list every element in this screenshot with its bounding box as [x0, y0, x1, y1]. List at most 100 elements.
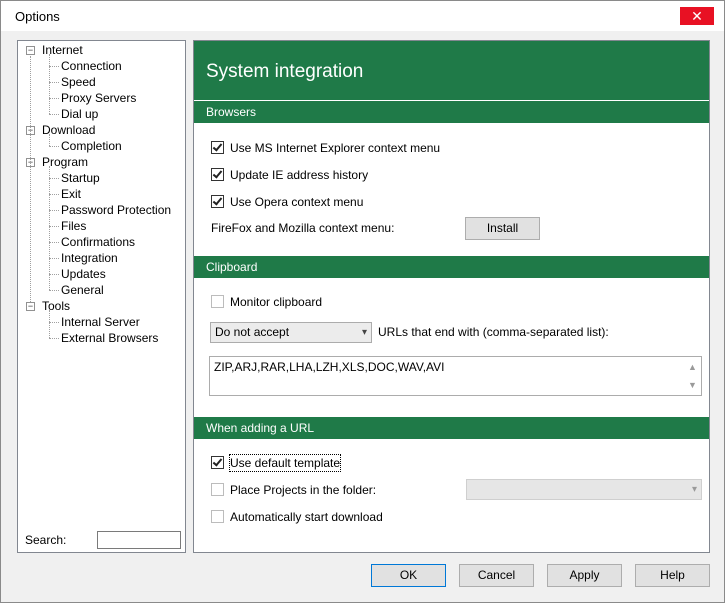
opera-context-label: Use Opera context menu — [230, 195, 364, 209]
tree-item-label: Exit — [61, 187, 82, 201]
accept-dropdown[interactable]: Do not accept ▾ — [210, 322, 372, 343]
default-template-label: Use default template — [228, 454, 342, 472]
tree-connector-line — [49, 82, 59, 83]
page-title: System integration — [206, 61, 364, 82]
tree-item-label: Speed — [61, 75, 96, 89]
scroll-up-icon[interactable]: ▲ — [685, 358, 700, 376]
tree-connector-line — [49, 194, 59, 195]
tree-item-label: Files — [61, 219, 87, 233]
chevron-down-icon: ▾ — [361, 327, 367, 338]
tree-connector-line — [49, 322, 59, 323]
tree-connector-line — [49, 310, 50, 338]
options-window: Options ✕ − Internet Connection Speed Proxy … — [0, 0, 725, 603]
default-template-row[interactable]: Use default template — [211, 454, 411, 472]
scroll-down-icon[interactable]: ▼ — [685, 376, 700, 394]
adding-url-section-heading: When adding a URL — [194, 417, 709, 439]
accept-dropdown-value: Do not accept — [215, 325, 290, 339]
collapse-toggle-icon[interactable]: − — [26, 46, 35, 55]
tree-item-label: Password Protection — [61, 203, 172, 217]
tree-item-general[interactable]: General — [61, 282, 104, 298]
tree-connector-line — [49, 210, 59, 211]
monitor-clipboard-checkbox[interactable] — [211, 295, 224, 308]
search-input[interactable] — [97, 531, 181, 549]
tree-item-label: External Browsers — [61, 331, 159, 345]
tree-item-label: Download — [42, 123, 96, 137]
checkmark-icon — [212, 141, 223, 152]
window-title: Options — [15, 9, 60, 24]
ie-context-label: Use MS Internet Explorer context menu — [230, 141, 441, 155]
monitor-clipboard-label: Monitor clipboard — [230, 295, 323, 309]
help-button[interactable]: Help — [635, 564, 710, 587]
tree-item-updates[interactable]: Updates — [61, 266, 106, 282]
apply-button[interactable]: Apply — [547, 564, 622, 587]
opera-context-checkbox-row[interactable]: Use Opera context menu — [211, 194, 511, 210]
tree-connector-line — [30, 56, 31, 302]
extensions-textarea[interactable]: ZIP,ARJ,RAR,LHA,LZH,XLS,DOC,WAV,AVI ▲ ▼ — [209, 356, 702, 396]
tree-connector-line — [49, 338, 59, 339]
tree-item-dial-up[interactable]: Dial up — [61, 106, 98, 122]
category-tree: − Internet Connection Speed Proxy Servers Dia… — [17, 40, 186, 553]
tree-item-exit[interactable]: Exit — [61, 186, 81, 202]
opera-context-checkbox[interactable] — [211, 195, 224, 208]
place-projects-row[interactable]: Place Projects in the folder: — [211, 482, 411, 498]
tree-item-speed[interactable]: Speed — [61, 74, 96, 90]
firefox-context-label: FireFox and Mozilla context menu: — [211, 221, 395, 235]
chevron-down-icon: ▾ — [691, 484, 697, 495]
textarea-scrollbar[interactable]: ▲ ▼ — [685, 358, 700, 395]
auto-start-checkbox[interactable] — [211, 510, 224, 523]
tree-item-connection[interactable]: Connection — [61, 58, 122, 74]
place-projects-checkbox[interactable] — [211, 483, 224, 496]
panel-header: System integration — [194, 41, 709, 100]
install-button[interactable]: Install — [465, 217, 540, 240]
default-template-checkbox[interactable] — [211, 456, 224, 469]
tree-item-label: Updates — [61, 267, 106, 281]
clipboard-section-heading: Clipboard — [194, 256, 709, 278]
tree-connector-line — [49, 166, 50, 290]
browsers-section-heading: Browsers — [194, 101, 709, 123]
tree-item-confirmations[interactable]: Confirmations — [61, 234, 135, 250]
tree-connector-line — [49, 54, 50, 114]
tree-item-files[interactable]: Files — [61, 218, 86, 234]
search-label: Search: — [25, 533, 67, 547]
tree-item-label: Dial up — [61, 107, 99, 121]
tree-item-download[interactable]: Download — [42, 122, 95, 138]
ie-history-checkbox[interactable] — [211, 168, 224, 181]
tree-connector-line — [49, 258, 59, 259]
urls-label: URLs that end with (comma-separated list… — [378, 325, 609, 339]
tree-connector-line — [49, 290, 59, 291]
tree-item-startup[interactable]: Startup — [61, 170, 100, 186]
folder-dropdown[interactable]: ▾ — [466, 479, 702, 500]
tree-item-internal-server[interactable]: Internal Server — [61, 314, 140, 330]
checkmark-icon — [212, 456, 223, 467]
ie-history-label: Update IE address history — [230, 168, 369, 182]
tree-connector-line — [49, 134, 50, 146]
tree-item-completion[interactable]: Completion — [61, 138, 122, 154]
title-bar: Options ✕ — [1, 1, 724, 31]
checkmark-icon — [212, 168, 223, 179]
tree-item-label: Internal Server — [61, 315, 140, 329]
tree-item-tools[interactable]: Tools — [42, 298, 70, 314]
tree-item-label: Completion — [61, 139, 122, 153]
tree-item-proxy-servers[interactable]: Proxy Servers — [61, 90, 136, 106]
tree-item-label: Proxy Servers — [61, 91, 137, 105]
tree-connector-line — [49, 226, 59, 227]
tree-item-integration[interactable]: Integration — [61, 250, 118, 266]
tree-item-external-browsers[interactable]: External Browsers — [61, 330, 158, 346]
monitor-clipboard-row[interactable]: Monitor clipboard — [211, 294, 411, 310]
auto-start-label: Automatically start download — [230, 510, 383, 524]
cancel-button[interactable]: Cancel — [459, 564, 534, 587]
tree-item-label: Startup — [61, 171, 100, 185]
tree-item-label: Integration — [61, 251, 118, 265]
collapse-toggle-icon[interactable]: − — [26, 302, 35, 311]
extensions-value: ZIP,ARJ,RAR,LHA,LZH,XLS,DOC,WAV,AVI — [214, 360, 445, 374]
ie-history-checkbox-row[interactable]: Update IE address history — [211, 167, 511, 183]
ie-context-checkbox[interactable] — [211, 141, 224, 154]
ok-button[interactable]: OK — [371, 564, 446, 587]
auto-start-row[interactable]: Automatically start download — [211, 509, 411, 525]
tree-connector-line — [49, 146, 59, 147]
tree-item-password-protection[interactable]: Password Protection — [61, 202, 171, 218]
tree-connector-line — [49, 274, 59, 275]
close-button[interactable]: ✕ — [680, 7, 714, 25]
tree-item-label: General — [61, 283, 104, 297]
ie-context-checkbox-row[interactable]: Use MS Internet Explorer context menu — [211, 140, 511, 156]
